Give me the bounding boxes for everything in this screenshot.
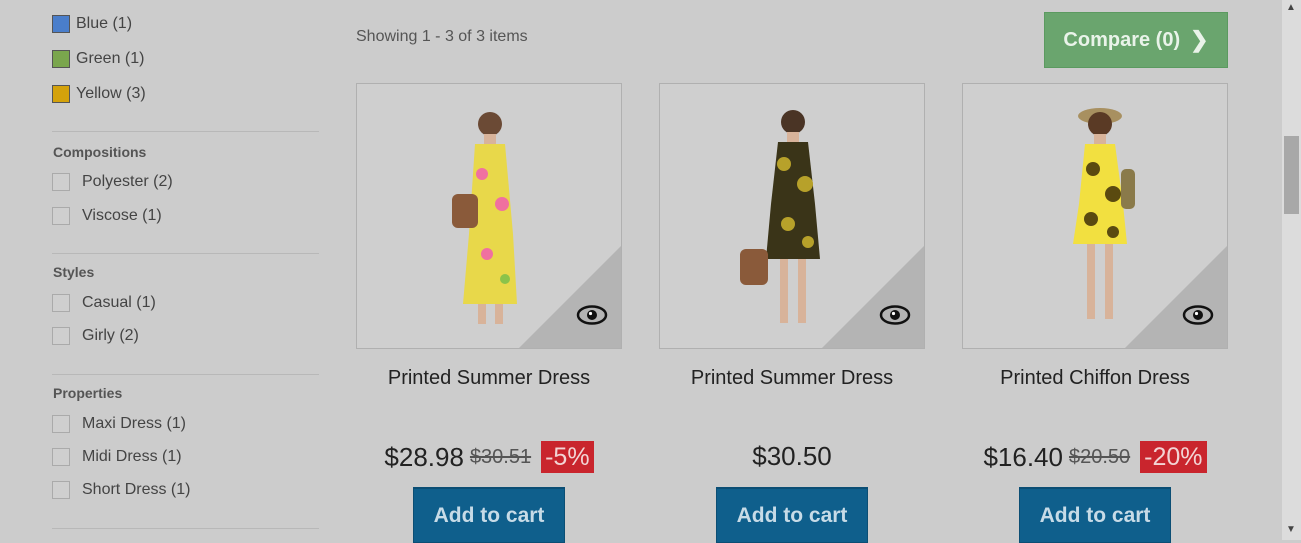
add-to-cart-button[interactable]: Add to cart [716,487,868,543]
filter-label: Short Dress (1) [82,481,191,498]
eye-icon[interactable] [879,304,911,326]
scrollbar-thumb[interactable] [1284,136,1299,214]
scroll-down-arrow-icon[interactable]: ▼ [1286,524,1296,535]
filter-label: Viscose (1) [82,207,162,224]
filter-label: Midi Dress (1) [82,448,182,465]
color-filter-green[interactable]: Green (1) [52,49,144,69]
compare-label: Compare (0) [1063,28,1181,51]
eye-icon[interactable] [1182,304,1214,326]
quick-view-corner [1125,246,1227,348]
checkbox[interactable] [52,481,70,499]
product-image[interactable] [659,83,925,349]
divider [52,253,319,254]
filter-label: Polyester (2) [82,173,173,190]
product-name[interactable]: Printed Summer Dress [659,367,925,390]
vertical-scrollbar[interactable]: ▲ ▼ [1282,0,1301,540]
divider [52,374,319,375]
price-row: $16.40 $20.50 -20% [962,441,1228,473]
divider [52,131,319,132]
filter-casual[interactable]: Casual (1) [52,293,156,313]
checkbox[interactable] [52,207,70,225]
color-label: Green (1) [76,50,145,67]
filter-girly[interactable]: Girly (2) [52,326,139,346]
product-image[interactable] [962,83,1228,349]
checkbox[interactable] [52,327,70,345]
product-card: Printed Chiffon Dress $16.40 $20.50 -20%… [962,83,1228,543]
color-label: Blue (1) [76,15,133,32]
compare-button[interactable]: Compare (0) ❯ [1044,12,1228,68]
color-filter-blue[interactable]: Blue (1) [52,14,132,34]
color-swatch-green[interactable] [52,50,70,68]
add-to-cart-button[interactable]: Add to cart [413,487,565,543]
old-price: $30.51 [469,445,532,468]
checkbox[interactable] [52,294,70,312]
filter-maxi-dress[interactable]: Maxi Dress (1) [52,414,186,434]
eye-icon[interactable] [576,304,608,326]
color-swatch-yellow[interactable] [52,85,70,103]
product-card: Printed Summer Dress $28.98 $30.51 -5% A… [356,83,622,543]
filter-polyester[interactable]: Polyester (2) [52,172,173,192]
filter-label: Casual (1) [82,294,156,311]
product-card: Printed Summer Dress $30.50 Add to cart [659,83,925,543]
filter-short-dress[interactable]: Short Dress (1) [52,480,190,500]
checkbox[interactable] [52,448,70,466]
discount-badge: -5% [541,441,594,473]
product-image[interactable] [356,83,622,349]
quick-view-corner [822,246,924,348]
divider [52,528,319,529]
price: $30.50 [752,441,832,471]
results-count: Showing 1 - 3 of 3 items [356,28,528,45]
filter-midi-dress[interactable]: Midi Dress (1) [52,447,182,467]
price-row: $28.98 $30.51 -5% [356,441,622,473]
chevron-right-icon: ❯ [1190,27,1209,52]
checkbox[interactable] [52,173,70,191]
scroll-up-arrow-icon[interactable]: ▲ [1286,2,1296,13]
styles-title: Styles [53,264,95,280]
price: $28.98 [384,441,464,472]
checkbox[interactable] [52,415,70,433]
product-name[interactable]: Printed Chiffon Dress [962,367,1228,390]
color-label: Yellow (3) [76,85,146,102]
filter-label: Maxi Dress (1) [82,415,187,432]
properties-title: Properties [53,385,123,401]
quick-view-corner [519,246,621,348]
color-swatch-blue[interactable] [52,15,70,33]
add-to-cart-button[interactable]: Add to cart [1019,487,1171,543]
discount-badge: -20% [1140,441,1207,473]
product-name[interactable]: Printed Summer Dress [356,367,622,390]
old-price: $20.50 [1068,445,1131,468]
filter-label: Girly (2) [82,327,139,344]
price: $16.40 [983,441,1063,472]
price-row: $30.50 [659,441,925,472]
color-filter-yellow[interactable]: Yellow (3) [52,84,146,104]
filter-viscose[interactable]: Viscose (1) [52,206,162,226]
compositions-title: Compositions [53,144,147,160]
